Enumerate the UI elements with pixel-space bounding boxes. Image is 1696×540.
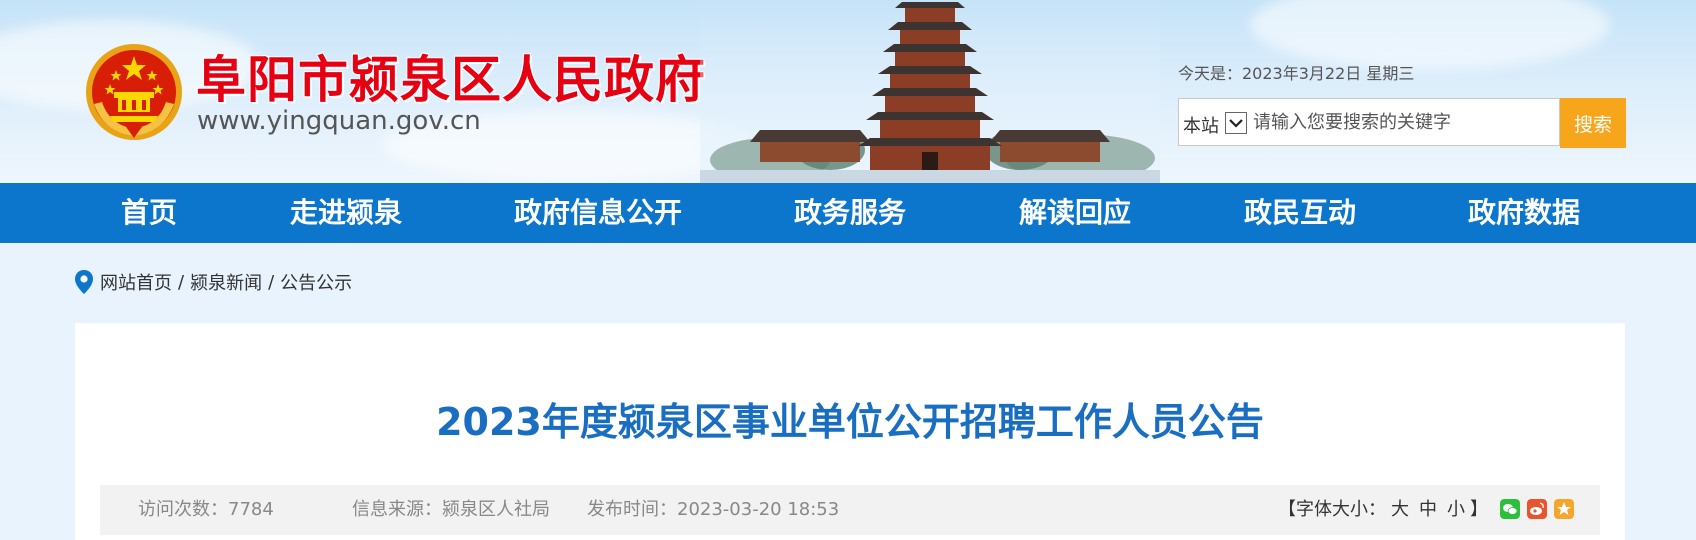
font-size-medium-button[interactable]: 中 bbox=[1419, 499, 1437, 520]
article-panel: 2023年度颍泉区事业单位公开招聘工作人员公告 访问次数：7784 信息来源：颍… bbox=[75, 323, 1625, 540]
current-date: 今天是：2023年3月22日 星期三 bbox=[1178, 64, 1415, 83]
nav-item-interaction[interactable]: 政民互动 bbox=[1240, 183, 1360, 243]
visits-label: 访问次数： bbox=[138, 499, 228, 520]
search-scope-dropdown[interactable] bbox=[1225, 112, 1247, 134]
nav-item-services[interactable]: 政务服务 bbox=[790, 183, 910, 243]
national-emblem-icon bbox=[86, 44, 182, 140]
weibo-icon[interactable] bbox=[1527, 499, 1547, 519]
search-button[interactable]: 搜索 bbox=[1560, 98, 1626, 148]
article-title: 2023年度颍泉区事业单位公开招聘工作人员公告 bbox=[436, 400, 1264, 444]
breadcrumb-news[interactable]: 颍泉新闻 bbox=[190, 269, 262, 295]
site-title: 阜阳市颍泉区人民政府 bbox=[196, 51, 706, 109]
font-size-bracket-close: 】 bbox=[1470, 499, 1488, 520]
source-label: 信息来源： bbox=[352, 499, 442, 520]
nav-item-home[interactable]: 首页 bbox=[104, 183, 194, 243]
favorite-icon[interactable] bbox=[1554, 499, 1574, 519]
chevron-down-icon bbox=[1229, 119, 1243, 128]
breadcrumb-separator: / bbox=[268, 271, 275, 293]
publish-time-value: 2023-03-20 18:53 bbox=[677, 499, 840, 520]
site-header: 阜阳市颍泉区人民政府 www.yingquan.gov.cn 今天是：2023年… bbox=[0, 0, 1696, 183]
breadcrumb-separator: / bbox=[178, 271, 185, 293]
font-size-small-button[interactable]: 小 bbox=[1447, 499, 1465, 520]
nav-item-interpretation[interactable]: 解读回应 bbox=[1015, 183, 1135, 243]
font-size-large-button[interactable]: 大 bbox=[1391, 499, 1409, 520]
breadcrumb-notices[interactable]: 公告公示 bbox=[280, 269, 352, 295]
search-scope-label: 本站 bbox=[1183, 116, 1219, 137]
wechat-icon[interactable] bbox=[1500, 499, 1520, 519]
font-size-control: 【字体大小：大中小】 bbox=[1278, 485, 1488, 535]
site-url: www.yingquan.gov.cn bbox=[197, 106, 481, 136]
search-box: 本站 bbox=[1178, 98, 1560, 146]
publish-time-meta: 发布时间：2023-03-20 18:53 bbox=[587, 485, 839, 535]
nav-item-about[interactable]: 走进颍泉 bbox=[286, 183, 406, 243]
nav-item-data[interactable]: 政府数据 bbox=[1464, 183, 1584, 243]
main-nav: 首页 走进颍泉 政府信息公开 政务服务 解读回应 政民互动 政府数据 bbox=[0, 183, 1696, 243]
search-input[interactable] bbox=[1249, 99, 1557, 145]
visits-value: 7784 bbox=[228, 499, 274, 520]
publish-time-label: 发布时间： bbox=[587, 499, 677, 520]
source-value: 颍泉区人社局 bbox=[442, 499, 550, 520]
article-meta-bar: 访问次数：7784 信息来源：颍泉区人社局 发布时间：2023-03-20 18… bbox=[100, 485, 1600, 535]
breadcrumb-home[interactable]: 网站首页 bbox=[100, 269, 172, 295]
location-pin-icon bbox=[75, 270, 93, 294]
source-meta: 信息来源：颍泉区人社局 bbox=[352, 485, 550, 535]
font-size-bracket-open: 【 bbox=[1278, 499, 1296, 520]
nav-item-gov-info[interactable]: 政府信息公开 bbox=[510, 183, 686, 243]
font-size-label: 字体大小： bbox=[1296, 499, 1386, 520]
visits-meta: 访问次数：7784 bbox=[138, 485, 274, 535]
breadcrumb: 网站首页 / 颍泉新闻 / 公告公示 bbox=[74, 268, 352, 296]
pagoda-illustration bbox=[700, 0, 1160, 183]
